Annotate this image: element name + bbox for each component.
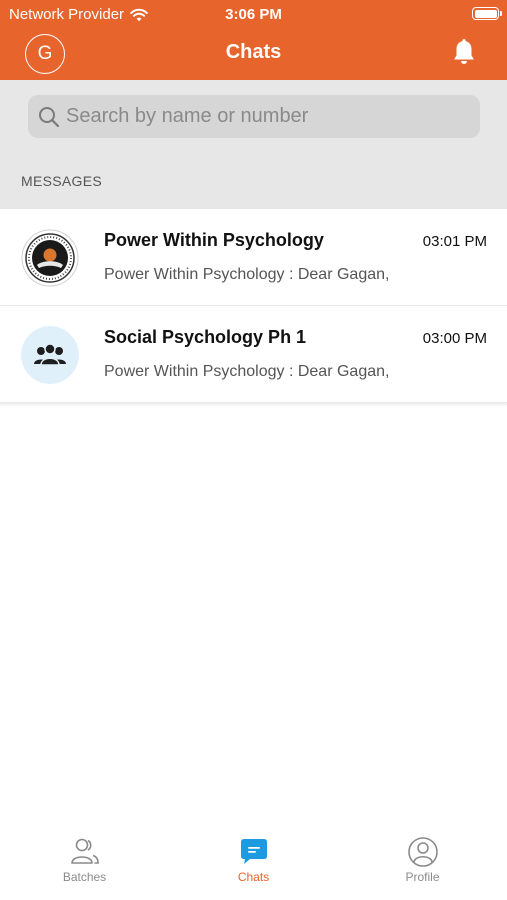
tab-batches[interactable]: Batches [0,836,169,900]
page-title: Chats [225,41,282,63]
list-divider [0,403,507,407]
chat-list: Power Within Psychology 03:01 PM Power W… [0,209,507,403]
chat-name: Social Psychology Ph 1 [104,327,307,347]
nav-bar: G Chats [0,28,507,80]
chat-item-power-within-psychology[interactable]: Power Within Psychology 03:01 PM Power W… [0,209,507,306]
notification-bell-icon[interactable] [451,39,477,67]
tab-label: Batches [62,870,107,884]
search-input[interactable] [66,105,466,128]
organization-logo-icon [21,229,79,287]
chat-name: Power Within Psychology [104,230,324,250]
chat-time: 03:00 PM [422,330,487,347]
chat-item-social-psychology-ph-1[interactable]: Social Psychology Ph 1 03:00 PM Power Wi… [0,306,507,403]
group-icon [21,326,79,384]
chat-preview: Power Within Psychology : Dear Gagan, [104,266,390,283]
app-header: Network Provider 3:06 PM G Chats [0,0,507,80]
chat-icon [240,839,267,864]
tab-label: Chats [237,870,270,884]
tab-chats[interactable]: Chats [169,836,338,900]
tab-profile[interactable]: Profile [338,836,507,900]
tab-bar: Batches Chats Profile [0,836,507,900]
search-area: MESSAGES [0,80,507,209]
status-time: 3:06 PM [225,6,282,23]
status-bar: Network Provider 3:06 PM [0,0,507,28]
profile-icon [407,837,438,867]
section-label-messages: MESSAGES [21,173,102,189]
batches-icon [70,838,99,864]
tab-label: Profile [405,870,440,884]
battery-icon [472,7,502,20]
chat-preview: Power Within Psychology : Dear Gagan, [104,363,390,380]
search-icon [39,106,60,127]
chat-time: 03:01 PM [422,233,487,250]
search-bar[interactable] [28,95,480,138]
